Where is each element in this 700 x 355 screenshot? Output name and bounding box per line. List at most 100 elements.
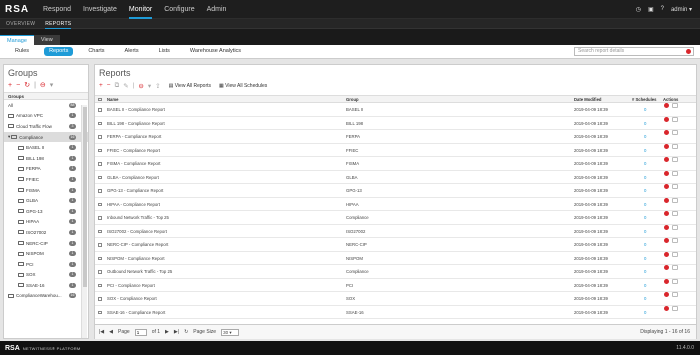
row-checkbox[interactable] xyxy=(98,243,102,247)
col-schedules[interactable]: # Schedules xyxy=(632,96,656,103)
dropdown-icon[interactable]: ▾ xyxy=(50,81,54,89)
group-item[interactable]: ComplianceWarehou... 16 xyxy=(4,291,88,302)
row-checkbox[interactable] xyxy=(98,108,102,112)
filter-reports[interactable]: Reports xyxy=(44,47,74,56)
groups-scrollbar[interactable] xyxy=(81,105,87,338)
group-item[interactable]: HIPAA 1 xyxy=(4,217,88,228)
more-actions-icon[interactable] xyxy=(672,265,678,270)
delete-icon[interactable] xyxy=(664,197,669,203)
row-checkbox[interactable] xyxy=(98,256,102,260)
row-checkbox[interactable] xyxy=(98,162,102,166)
table-row[interactable]: FFIEC - Compliance Report FFIEC 2019-04-09… xyxy=(95,143,696,157)
timer-icon[interactable]: ◷ xyxy=(636,6,641,13)
report-schedule-count[interactable]: 0 xyxy=(644,171,646,184)
group-item[interactable]: FISMA 1 xyxy=(4,185,88,196)
row-checkbox[interactable] xyxy=(98,216,102,220)
row-checkbox[interactable] xyxy=(98,297,102,301)
table-row[interactable]: NERC-CIP - Compliance Report NERC-CIP 2019… xyxy=(95,238,696,252)
group-item[interactable]: Amazon VPC 1 xyxy=(4,111,88,122)
delete-icon[interactable] xyxy=(664,251,669,257)
report-schedule-count[interactable]: 0 xyxy=(644,103,646,116)
table-row[interactable]: Outbound Network Traffic - Top 25 Complia… xyxy=(95,265,696,279)
group-item[interactable]: SSAE-16 1 xyxy=(4,280,88,291)
more-actions-icon[interactable] xyxy=(672,116,678,122)
more-actions-icon[interactable] xyxy=(672,224,678,230)
stop-icon[interactable]: ⊖ xyxy=(40,81,46,89)
search-input[interactable]: Search report details xyxy=(574,47,694,56)
nav-admin[interactable]: Admin xyxy=(207,0,227,19)
more-actions-icon[interactable] xyxy=(672,197,678,203)
more-actions-icon[interactable] xyxy=(672,143,678,149)
table-row[interactable]: NISPOM - Compliance Report NISPOM 2019-04-… xyxy=(95,251,696,265)
copy-icon[interactable]: ⧉ xyxy=(115,82,120,90)
more-actions-icon[interactable] xyxy=(672,170,678,176)
report-schedule-count[interactable]: 0 xyxy=(644,211,646,224)
help-icon[interactable]: ? xyxy=(661,6,664,12)
view-all-schedules-link[interactable]: ▦ View All Schedules xyxy=(219,83,267,89)
delete-icon[interactable] xyxy=(664,238,669,243)
group-item[interactable]: ISO27002 1 xyxy=(4,227,88,238)
more-actions-icon[interactable] xyxy=(672,292,678,297)
row-checkbox[interactable] xyxy=(98,121,102,125)
more-actions-icon[interactable] xyxy=(672,278,678,284)
delete-icon[interactable] xyxy=(664,278,669,284)
group-item[interactable]: NISPOM 1 xyxy=(4,248,88,259)
nav-respond[interactable]: Respond xyxy=(43,0,71,19)
last-page-icon[interactable]: ▶| xyxy=(174,329,179,335)
table-row[interactable]: GPG-13 - Compliance Report GPG-13 2019-04-… xyxy=(95,184,696,198)
page-size-select[interactable]: 30 ▾ xyxy=(221,328,240,336)
remove-report-icon[interactable]: − xyxy=(107,82,111,89)
table-row[interactable]: SSAE-16 - Compliance Report SSAE-16 2019-0… xyxy=(95,305,696,319)
row-checkbox[interactable] xyxy=(98,175,102,179)
row-checkbox[interactable] xyxy=(98,135,102,139)
delete-icon[interactable] xyxy=(664,130,669,135)
row-checkbox[interactable] xyxy=(98,310,102,314)
table-row[interactable]: BASEL II - Compliance Report BASEL II 2019… xyxy=(95,103,696,117)
more-actions-icon[interactable] xyxy=(672,103,678,108)
remove-icon[interactable]: − xyxy=(16,82,20,89)
next-page-icon[interactable]: ▶ xyxy=(165,329,169,335)
row-checkbox[interactable] xyxy=(98,229,102,233)
scrollbar-thumb[interactable] xyxy=(83,107,87,287)
clear-search-icon[interactable] xyxy=(686,49,691,54)
more-actions-icon[interactable] xyxy=(672,130,678,135)
expand-arrow-icon[interactable]: ▾ xyxy=(8,134,10,140)
report-schedule-count[interactable]: 0 xyxy=(644,252,646,265)
table-row[interactable]: HIPAA - Compliance Report HIPAA 2019-04-09… xyxy=(95,197,696,211)
report-schedule-count[interactable]: 0 xyxy=(644,292,646,305)
report-schedule-count[interactable]: 0 xyxy=(644,225,646,238)
table-row[interactable]: BILL 198 - Compliance Report BILL 198 2019… xyxy=(95,116,696,130)
nav-monitor[interactable]: Monitor xyxy=(128,0,153,19)
add-icon[interactable]: + xyxy=(8,82,12,89)
delete-icon[interactable] xyxy=(664,157,669,162)
delete-icon[interactable] xyxy=(664,305,669,311)
subnav-reports[interactable]: REPORTS xyxy=(45,19,72,29)
group-item[interactable]: SOX 1 xyxy=(4,270,88,281)
col-date-modified[interactable]: Date Modified xyxy=(574,96,601,103)
delete-icon[interactable] xyxy=(664,292,669,297)
first-page-icon[interactable]: |◀ xyxy=(99,329,104,335)
group-item[interactable]: PCI 1 xyxy=(4,259,88,270)
report-schedule-count[interactable]: 0 xyxy=(644,144,646,157)
row-checkbox[interactable] xyxy=(98,270,102,274)
row-checkbox[interactable] xyxy=(98,283,102,287)
delete-icon[interactable] xyxy=(664,211,669,216)
delete-icon[interactable] xyxy=(664,265,669,270)
filter-warehouse-analytics[interactable]: Warehouse Analytics xyxy=(185,47,246,56)
table-row[interactable]: ISO27002 - Compliance Report ISO27002 2019… xyxy=(95,224,696,238)
table-row[interactable]: Inbound Network Traffic - Top 25 Complian… xyxy=(95,211,696,225)
import-icon[interactable]: ⇪ xyxy=(155,82,160,90)
prev-page-icon[interactable]: ◀ xyxy=(109,329,113,335)
group-item[interactable]: NERC-CIP 1 xyxy=(4,238,88,249)
refresh-icon[interactable]: ↻ xyxy=(24,81,30,89)
group-item[interactable]: BILL 198 1 xyxy=(4,153,88,164)
more-actions-icon[interactable] xyxy=(672,211,678,216)
select-all-checkbox[interactable] xyxy=(98,97,102,101)
table-row[interactable]: FISMA - Compliance Report FISMA 2019-04-09… xyxy=(95,157,696,171)
refresh-page-icon[interactable]: ↻ xyxy=(184,329,188,335)
delete-icon[interactable] xyxy=(664,103,669,108)
nav-configure[interactable]: Configure xyxy=(164,0,194,19)
report-schedule-count[interactable]: 0 xyxy=(644,130,646,143)
group-item[interactable]: ▾ Compliance 16 xyxy=(4,131,88,143)
report-schedule-count[interactable]: 0 xyxy=(644,265,646,278)
